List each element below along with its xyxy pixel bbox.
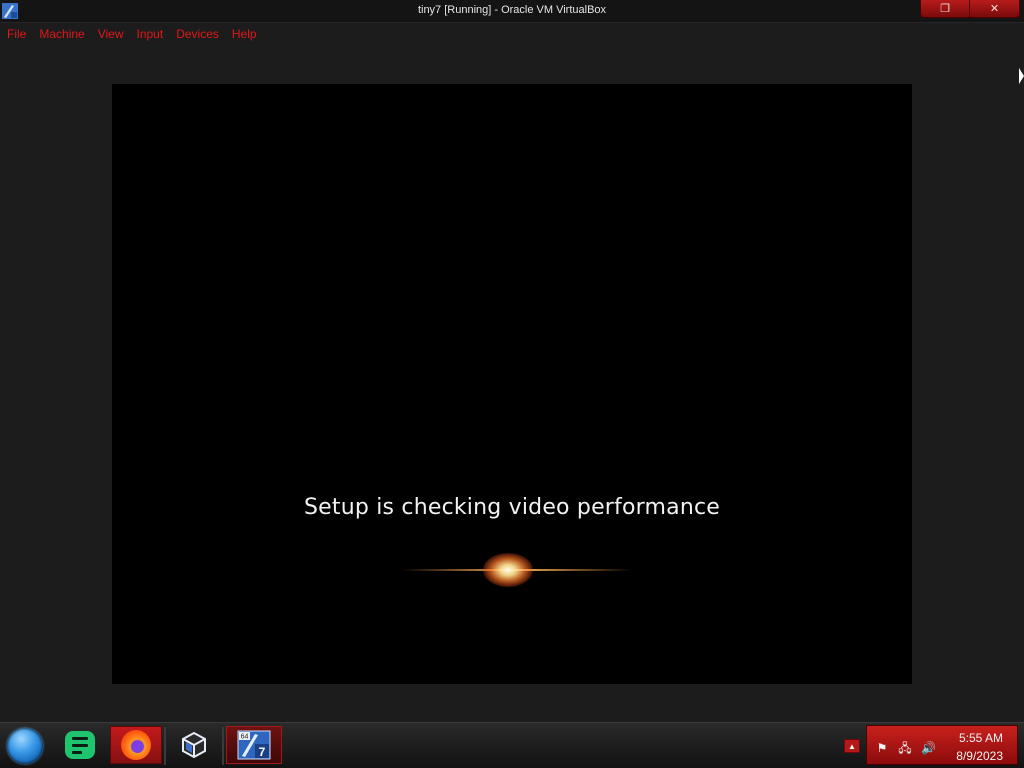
windows7-64-icon: 64 7 [237, 730, 271, 760]
action-center-flag-icon[interactable]: ⚑ [875, 741, 889, 755]
taskbar-tiny7-vm[interactable]: 64 7 [226, 726, 282, 764]
network-icon[interactable]: 🖧 [898, 741, 912, 755]
close-button[interactable]: ✕ [970, 0, 1020, 18]
menu-file[interactable]: File [0, 23, 32, 45]
window-title: tiny7 [Running] - Oracle VM VirtualBox [417, 4, 607, 16]
taskbar-separator [222, 727, 224, 765]
close-icon: ✕ [989, 3, 1000, 15]
taskbar-notes-app[interactable] [54, 726, 106, 764]
taskbar-virtualbox[interactable] [168, 726, 220, 764]
virtualbox-window: tiny7 [Running] - Oracle VM VirtualBox ❐… [0, 0, 1024, 722]
title-bar[interactable]: tiny7 [Running] - Oracle VM VirtualBox ❐… [0, 0, 1024, 23]
badge-64-label: 64 [241, 734, 249, 741]
volume-icon[interactable]: 🔊 [921, 741, 936, 755]
loading-flare-glow [483, 553, 533, 587]
clock-date[interactable]: 8/9/2023 [956, 749, 1003, 763]
menu-help[interactable]: Help [225, 23, 263, 45]
chevron-up-icon: ▲ [848, 741, 856, 751]
setup-status-message: Setup is checking video performance [304, 495, 720, 520]
vm-display[interactable]: Setup is checking video performance [112, 84, 912, 684]
mouse-cursor-icon [1019, 68, 1024, 84]
menu-bar: File Machine View Input Devices Help [0, 23, 1024, 45]
menu-view[interactable]: View [91, 23, 130, 45]
window-controls: ❐ ✕ [920, 0, 1020, 18]
system-tray: ⚑ 🖧 🔊 5:55 AM 8/9/2023 [866, 725, 1018, 765]
badge-7-label: 7 [259, 745, 266, 759]
restore-button[interactable]: ❐ [920, 0, 970, 18]
taskbar-firefox[interactable] [110, 726, 162, 764]
virtualbox-icon [179, 730, 209, 760]
start-button[interactable] [7, 728, 43, 764]
menu-devices[interactable]: Devices [169, 23, 225, 45]
taskbar: 64 7 ▲ ⚑ 🖧 🔊 5:55 AM 8/9/2023 [0, 722, 1024, 768]
clock-time[interactable]: 5:55 AM [959, 731, 1003, 745]
notes-icon [65, 731, 95, 759]
menu-machine[interactable]: Machine [32, 23, 90, 45]
firefox-icon [121, 730, 151, 760]
taskbar-separator [164, 727, 166, 765]
restore-icon: ❐ [940, 3, 950, 15]
show-hidden-icons-button[interactable]: ▲ [844, 739, 860, 753]
menu-input[interactable]: Input [130, 23, 170, 45]
